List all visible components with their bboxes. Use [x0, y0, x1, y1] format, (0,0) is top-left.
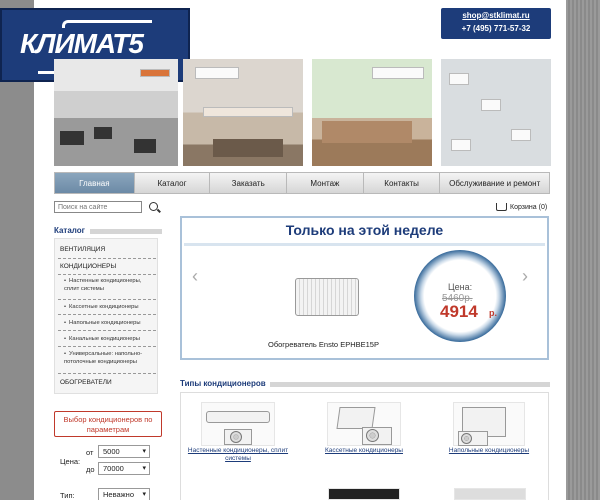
logo-text: КЛИМАТ5 — [20, 28, 144, 59]
type-link-wall[interactable]: Настенные кондиционеры, сплит системы — [186, 447, 290, 463]
type-image-cassette[interactable] — [327, 402, 401, 446]
cart-link[interactable]: Корзина (0) — [496, 203, 547, 211]
search-icon[interactable] — [149, 202, 158, 211]
contact-box: shop@stklimat.ru +7 (495) 771-57-32 — [441, 8, 551, 39]
catalog-subitem-duct[interactable]: Канальные кондиционеры — [64, 335, 156, 343]
phone-number: +7 (495) 771-57-32 — [461, 24, 531, 33]
catalog-separator — [58, 314, 156, 315]
catalog-subitem-cassette[interactable]: Кассетные кондиционеры — [64, 303, 156, 311]
catalog-subitem-wall[interactable]: Настенные кондиционеры, сплит системы — [64, 277, 156, 293]
nav-item-service[interactable]: Обслуживание и ремонт — [440, 173, 549, 193]
catalog-separator — [58, 346, 156, 347]
offer-title: Только на этой неделе — [285, 222, 444, 238]
type-select[interactable]: Неважно — [98, 488, 150, 500]
price-to-label: до — [86, 465, 95, 474]
nav-item-installation[interactable]: Монтаж — [287, 173, 364, 193]
chevron-left-icon[interactable]: ‹ — [192, 266, 198, 287]
price-label: Цена: — [60, 457, 81, 466]
catalog-separator — [58, 299, 156, 300]
catalog-separator — [58, 330, 156, 331]
price-from-select[interactable]: 5000 — [98, 445, 150, 458]
catalog-item-ventilation[interactable]: ВЕНТИЛЯЦИЯ — [60, 246, 156, 253]
catalog-menu — [54, 238, 158, 394]
catalog-item-heaters[interactable]: ОБОГРЕВАТЕЛИ — [60, 379, 156, 386]
price-label: Цена: — [448, 282, 473, 292]
nav-item-contacts[interactable]: Контакты — [364, 173, 441, 193]
type-image-duct[interactable] — [328, 488, 400, 500]
email-link[interactable]: shop@stklimat.ru — [441, 11, 551, 20]
background-strip — [566, 0, 600, 500]
logo-arrow-top — [62, 20, 152, 28]
nav-item-home[interactable]: Главная — [55, 173, 135, 193]
type-link-floor[interactable]: Напольные кондиционеры — [446, 447, 532, 455]
catalog-heading-rule — [90, 229, 162, 234]
main-nav: Главная Каталог Заказать Монтаж Контакты… — [54, 172, 550, 194]
chevron-right-icon[interactable]: › — [522, 266, 528, 287]
nav-item-order[interactable]: Заказать — [210, 173, 288, 193]
catalog-item-conditioners[interactable]: КОНДИЦИОНЕРЫ — [60, 263, 156, 270]
banner-photo-living-room — [312, 59, 432, 166]
catalog-subitem-floor[interactable]: Напольные кондиционеры — [64, 319, 156, 327]
price-from-label: от — [86, 448, 94, 457]
catalog-separator — [58, 258, 156, 259]
banner-photo-office — [54, 59, 178, 166]
types-heading-rule — [270, 382, 550, 387]
banner-photo-building — [441, 59, 551, 166]
weekly-offer-panel: Только на этой неделе ‹ › Обогреватель E… — [180, 216, 549, 360]
type-link-cassette[interactable]: Кассетные кондиционеры — [318, 447, 410, 455]
type-image-floor[interactable] — [453, 402, 525, 446]
catalog-separator — [58, 373, 156, 374]
new-price: 4914 — [440, 302, 478, 321]
nav-item-catalog[interactable]: Каталог — [135, 173, 211, 193]
product-image[interactable] — [295, 278, 359, 316]
banner-photo-bedroom — [183, 59, 303, 166]
cart-icon — [496, 203, 507, 211]
price-to-select[interactable]: 70000 — [98, 462, 150, 475]
product-name[interactable]: Обогреватель Ensto EPHBE15P — [268, 340, 379, 349]
catalog-separator — [58, 274, 156, 275]
cart-label: Корзина (0) — [510, 203, 548, 211]
catalog-subitem-universal[interactable]: Универсальные: напольно-потолочные конди… — [64, 350, 156, 366]
search-input[interactable] — [54, 201, 142, 213]
type-label: Тип: — [60, 491, 75, 500]
type-image-wall[interactable] — [201, 402, 275, 446]
types-heading: Типы кондиционеров — [180, 379, 266, 388]
type-image-universal[interactable] — [454, 488, 526, 500]
offer-title-rule — [184, 243, 545, 246]
filter-button[interactable]: Выбор кондиционеров по параметрам — [54, 411, 162, 437]
price-currency: р. — [489, 308, 497, 318]
